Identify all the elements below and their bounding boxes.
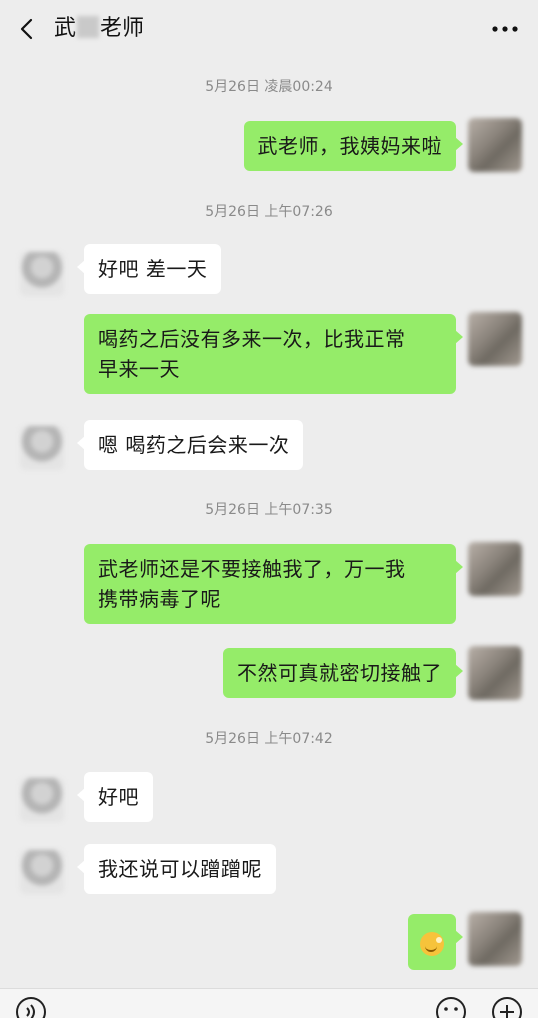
peer-avatar[interactable]	[20, 426, 64, 470]
more-dots-icon[interactable]	[490, 20, 520, 38]
message-row-me	[0, 912, 538, 972]
message-line: 喝药之后没有多来一次，比我正常	[98, 327, 406, 351]
message-row-me: 喝药之后没有多来一次，比我正常 早来一天	[0, 312, 538, 406]
peer-avatar[interactable]	[20, 778, 64, 822]
timestamp: 5月26日 上午07:42	[205, 731, 333, 747]
my-avatar[interactable]	[468, 912, 522, 966]
chat-title: 武老师	[54, 15, 144, 43]
my-avatar[interactable]	[468, 312, 522, 366]
chat-title-suffix: 老师	[100, 16, 145, 41]
message-bubble-me[interactable]: 武老师还是不要接触我了，万一我 携带病毒了呢	[84, 544, 463, 624]
my-avatar[interactable]	[468, 646, 522, 700]
chat-title-prefix: 武	[54, 16, 77, 41]
peer-avatar[interactable]	[20, 850, 64, 894]
my-avatar[interactable]	[468, 542, 522, 596]
message-bubble-peer[interactable]: 嗯 喝药之后会来一次	[76, 420, 304, 470]
message-row-me: 武老师，我姨妈来啦	[0, 118, 538, 178]
plus-icon[interactable]	[490, 995, 524, 1018]
chat-header: 武老师	[0, 0, 538, 58]
message-row-peer: 好吧	[0, 772, 538, 828]
message-line: 早来一天	[98, 357, 180, 381]
chevron-left-icon[interactable]	[16, 18, 38, 40]
input-bar	[0, 988, 538, 1018]
message-bubble-peer[interactable]: 好吧	[77, 772, 153, 822]
emoji-face-icon[interactable]	[434, 995, 468, 1018]
peer-avatar[interactable]	[20, 252, 64, 296]
timestamp: 5月26日 上午07:26	[205, 204, 333, 220]
message-row-me: 武老师还是不要接触我了，万一我 携带病毒了呢	[0, 542, 538, 636]
timestamp: 5月26日 凌晨00:24	[205, 79, 333, 95]
smirk-emoji-icon	[420, 931, 444, 956]
message-bubble-me[interactable]	[408, 914, 463, 970]
my-avatar[interactable]	[468, 118, 522, 172]
timestamp: 5月26日 上午07:35	[205, 502, 333, 518]
voice-icon[interactable]	[14, 995, 48, 1018]
redacted-name-blur	[77, 16, 100, 38]
message-row-peer: 好吧 差一天	[0, 244, 538, 300]
message-line: 武老师还是不要接触我了，万一我	[98, 557, 406, 581]
message-row-peer: 我还说可以蹭蹭呢	[0, 844, 538, 900]
message-row-peer: 嗯 喝药之后会来一次	[0, 420, 538, 476]
message-bubble-me[interactable]: 武老师，我姨妈来啦	[243, 121, 463, 171]
message-bubble-peer[interactable]: 我还说可以蹭蹭呢	[77, 844, 276, 894]
message-line: 携带病毒了呢	[98, 587, 221, 611]
message-bubble-me[interactable]: 喝药之后没有多来一次，比我正常 早来一天	[84, 314, 463, 394]
message-bubble-peer[interactable]: 好吧 差一天	[76, 244, 222, 294]
message-bubble-me[interactable]: 不然可真就密切接触了	[223, 648, 463, 698]
message-row-me: 不然可真就密切接触了	[0, 646, 538, 706]
